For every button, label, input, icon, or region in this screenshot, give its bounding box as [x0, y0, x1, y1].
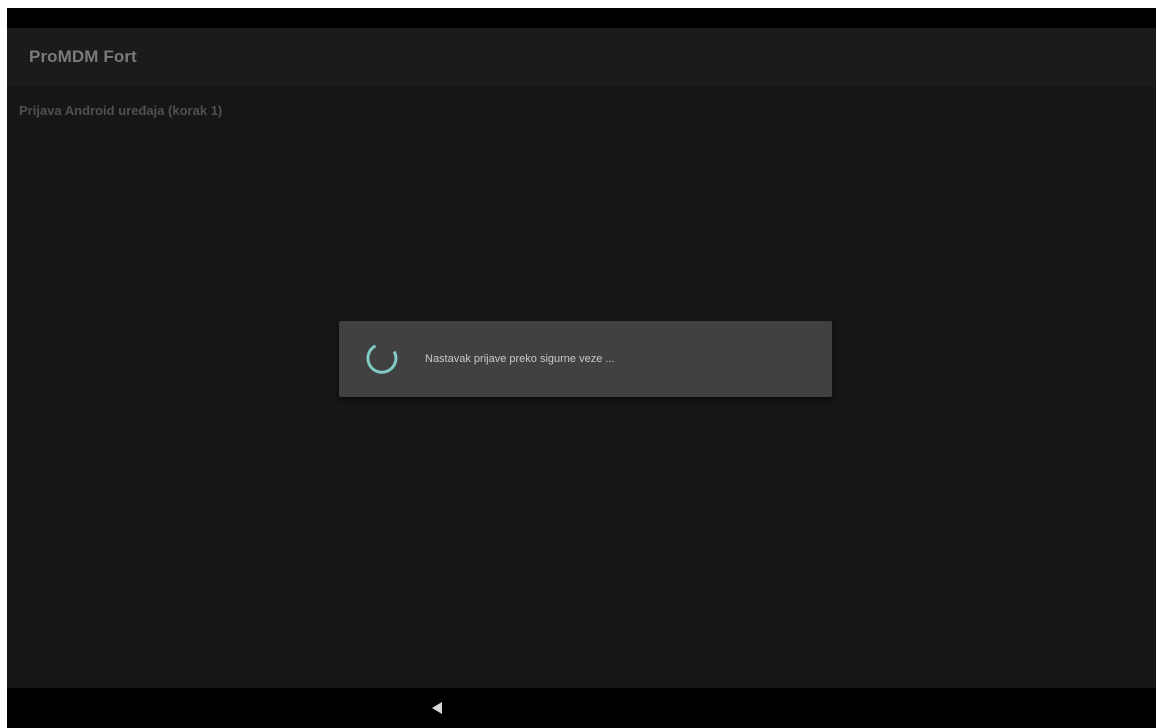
navigation-bar	[7, 688, 1156, 728]
loading-spinner-icon	[366, 344, 398, 374]
action-bar: ProMDM Fort	[7, 28, 1156, 86]
progress-dialog: Nastavak prijave preko sigurne veze ...	[339, 321, 832, 397]
progress-message: Nastavak prijave preko sigurne veze ...	[425, 353, 615, 365]
page-subtitle: Prijava Android uređaja (korak 1)	[19, 103, 223, 118]
device-screen: ProMDM Fort Prijava Android uređaja (kor…	[7, 8, 1156, 728]
back-triangle-icon	[432, 702, 442, 714]
back-button[interactable]	[427, 698, 447, 718]
app-title: ProMDM Fort	[29, 47, 137, 66]
status-bar	[7, 8, 1156, 28]
main-content: Prijava Android uređaja (korak 1) Nastav…	[7, 86, 1156, 688]
